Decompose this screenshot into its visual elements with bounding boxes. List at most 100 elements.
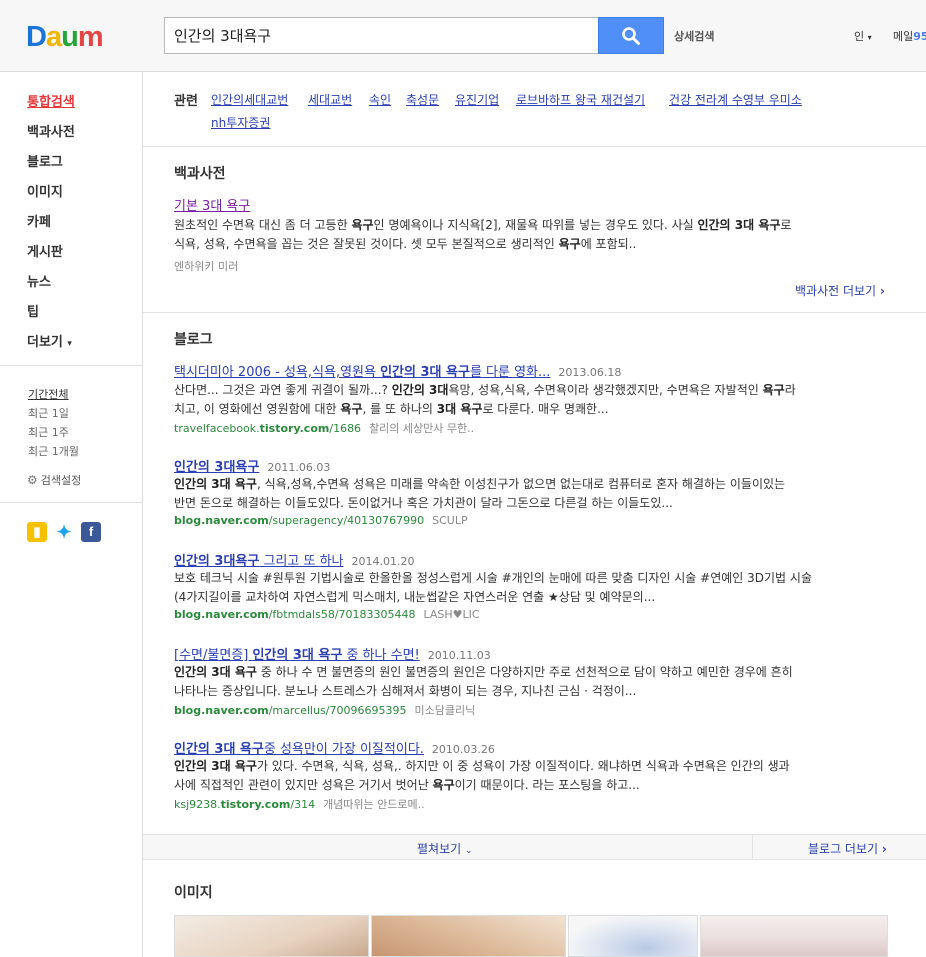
- facebook-icon[interactable]: f: [81, 522, 101, 542]
- search-icon: [622, 26, 640, 45]
- nav-encyclopedia[interactable]: 백과사전: [27, 121, 75, 140]
- encyclopedia-result-desc: 원초적인 수면욕 대신 좀 더 고등한 욕구인 명예욕이나 지식욕[2], 재물…: [174, 218, 792, 251]
- blog-result-title[interactable]: 인간의 3대욕구 그리고 또 하나 2014.01.20: [174, 550, 415, 569]
- blog-source: 개념따위는 안드로메..: [323, 798, 425, 811]
- related-link[interactable]: 인간의세대교번: [211, 91, 288, 108]
- search-setting-label: 검색설정: [40, 474, 82, 487]
- blog-result-url[interactable]: blog.naver.com/marcellus/70096695395 미소담클…: [174, 702, 475, 718]
- encyclopedia-more-link[interactable]: 백과사전 더보기 ›: [795, 282, 885, 299]
- caret-down-icon: ▾: [67, 339, 72, 349]
- image-thumb[interactable]: [174, 915, 369, 957]
- blog-more-link[interactable]: 블로그 더보기 ›: [808, 840, 887, 857]
- section-divider: [143, 312, 926, 313]
- related-link[interactable]: 축성문: [406, 91, 439, 108]
- nav-divider: [0, 502, 142, 503]
- blog-source: SCULP: [432, 514, 468, 527]
- gear-icon: ⚙: [27, 473, 38, 487]
- daum-logo[interactable]: Daum: [26, 21, 104, 53]
- related-link[interactable]: nh투자증권: [211, 114, 270, 131]
- search-setting-link[interactable]: ⚙ 검색설정: [27, 472, 81, 488]
- related-link[interactable]: 세대교번: [308, 91, 352, 108]
- blog-result-url[interactable]: blog.naver.com/superagency/40130767990 SC…: [174, 514, 468, 527]
- user-menu[interactable]: 인 ▾: [854, 28, 872, 44]
- result-date: 2013.06.18: [558, 366, 622, 379]
- nav-cafe[interactable]: 카페: [27, 211, 51, 230]
- blog-result-url[interactable]: travelfacebook.tistory.com/1686 찰리의 세상만사 …: [174, 420, 474, 436]
- period-all[interactable]: 기간전체: [28, 386, 68, 402]
- blog-result-title[interactable]: 인간의 3대욕구 2011.06.03: [174, 456, 330, 475]
- result-date: 2010.11.03: [427, 649, 491, 662]
- nav-board[interactable]: 게시판: [27, 241, 63, 260]
- related-link[interactable]: 유진기업: [455, 91, 499, 108]
- search-input[interactable]: [165, 18, 585, 53]
- more-label: 블로그 더보기: [808, 842, 879, 856]
- image-section-title: 이미지: [174, 885, 213, 901]
- chevron-down-icon: ⌄: [465, 846, 473, 856]
- blog-section-title: 블로그: [174, 332, 213, 348]
- result-date: 2014.01.20: [351, 555, 415, 568]
- twitter-icon[interactable]: ✦: [54, 522, 74, 542]
- nav-tip[interactable]: 팁: [27, 301, 39, 320]
- encyclopedia-section-title: 백과사전: [174, 166, 226, 182]
- caret-down-icon: ▾: [867, 33, 872, 42]
- search-button[interactable]: [598, 17, 664, 54]
- image-thumb[interactable]: [700, 915, 888, 957]
- encyclopedia-source: 엔하위키 미러: [174, 260, 239, 273]
- detail-search-link[interactable]: 상세검색: [674, 28, 714, 44]
- image-thumb[interactable]: [371, 915, 566, 957]
- mail-link[interactable]: 메일95: [893, 28, 926, 44]
- nav-image[interactable]: 이미지: [27, 181, 63, 200]
- related-link[interactable]: 로브바하프 왕국 재건설기: [516, 91, 645, 108]
- section-divider: [143, 146, 926, 147]
- blog-result-desc: 인간의 3대 욕구, 식욕,성욕,수면욕 성욕은 미래를 약속한 이성친구가 없…: [174, 477, 786, 510]
- related-link[interactable]: 속인: [369, 91, 391, 108]
- chevron-right-icon: ›: [879, 284, 885, 298]
- related-link[interactable]: 건강 전라계 수영부 우미소: [669, 91, 802, 108]
- blog-result-title[interactable]: [수면/불면증] 인간의 3대 욕구 중 하나 수면! 2010.11.03: [174, 644, 491, 663]
- logo-letter: m: [77, 21, 104, 53]
- encyclopedia-result-title[interactable]: 기본 3대 욕구: [174, 195, 250, 214]
- main-content: 관련 인간의세대교번 세대교번 속인 축성문 유진기업 로브바하프 왕국 재건설…: [143, 72, 926, 957]
- result-date: 2010.03.26: [431, 743, 495, 756]
- nav-more[interactable]: 더보기 ▾: [27, 331, 72, 350]
- blog-source: 미소담클리닉: [414, 704, 476, 717]
- logo-letter: a: [45, 21, 62, 53]
- blog-result-url[interactable]: ksj9238.tistory.com/314 개념따위는 안드로메..: [174, 796, 425, 812]
- search-box: [164, 17, 599, 54]
- logo-letter: D: [26, 21, 47, 53]
- period-1day[interactable]: 최근 1일: [28, 405, 69, 421]
- expand-button[interactable]: 펼쳐보기 ⌄: [417, 840, 473, 857]
- user-name: 인: [854, 30, 865, 43]
- blog-result-desc: 인간의 3대 욕구 중 하나 수 면 불면증의 원인 불면증의 원인은 다양하지…: [174, 665, 793, 698]
- blog-result-desc: 인간의 3대 욕구가 있다. 수면욕, 식욕, 성욕,. 하지만 이 중 성욕이…: [174, 759, 790, 792]
- left-nav: 통합검색 백과사전 블로그 이미지 카페 게시판 뉴스 팁 더보기 ▾ 기간전체…: [0, 72, 143, 957]
- nav-integrated-search[interactable]: 통합검색: [27, 91, 75, 110]
- expand-label: 펼쳐보기: [417, 842, 462, 856]
- image-strip: [174, 915, 890, 957]
- result-date: 2011.06.03: [267, 461, 331, 474]
- more-label: 백과사전 더보기: [795, 284, 877, 298]
- image-thumb[interactable]: [568, 915, 698, 957]
- period-1month[interactable]: 최근 1개월: [28, 443, 79, 459]
- nav-news[interactable]: 뉴스: [27, 271, 51, 290]
- blog-result-desc: 산다면... 그것은 과연 좋게 귀결이 될까...? 인간의 3대욕망, 성욕…: [174, 383, 796, 416]
- top-header: Daum 상세검색 인 ▾ 메일95: [0, 0, 926, 72]
- expand-divider: [752, 835, 753, 859]
- blog-source: LASH♥LIC: [423, 608, 480, 621]
- nav-more-label: 더보기: [27, 335, 63, 350]
- blog-result-desc: 보호 테크닉 시술 #원투원 기법시술로 한올한올 정성스럽게 시술 #개인의 …: [174, 571, 812, 604]
- related-label: 관련: [174, 94, 198, 109]
- blog-source: 찰리의 세상만사 무한..: [369, 422, 475, 435]
- mail-count: 95: [913, 30, 926, 43]
- kakao-story-icon[interactable]: ▮: [27, 522, 47, 542]
- nav-blog[interactable]: 블로그: [27, 151, 63, 170]
- logo-letter: u: [61, 21, 79, 53]
- blog-result-url[interactable]: blog.naver.com/fbtmdals58/70183305448 LAS…: [174, 608, 480, 621]
- period-1week[interactable]: 최근 1주: [28, 424, 69, 440]
- nav-divider: [0, 365, 142, 366]
- chevron-right-icon: ›: [881, 842, 887, 856]
- blog-result-title[interactable]: 택시더미아 2006 - 성욕,식욕,영원욕 인간의 3대 욕구를 다룬 영화.…: [174, 361, 621, 380]
- mail-label: 메일: [893, 30, 914, 43]
- blog-expand-bar: 펼쳐보기 ⌄ 블로그 더보기 ›: [143, 834, 926, 860]
- blog-result-title[interactable]: 인간의 3대 욕구중 성욕만이 가장 이질적이다. 2010.03.26: [174, 738, 495, 757]
